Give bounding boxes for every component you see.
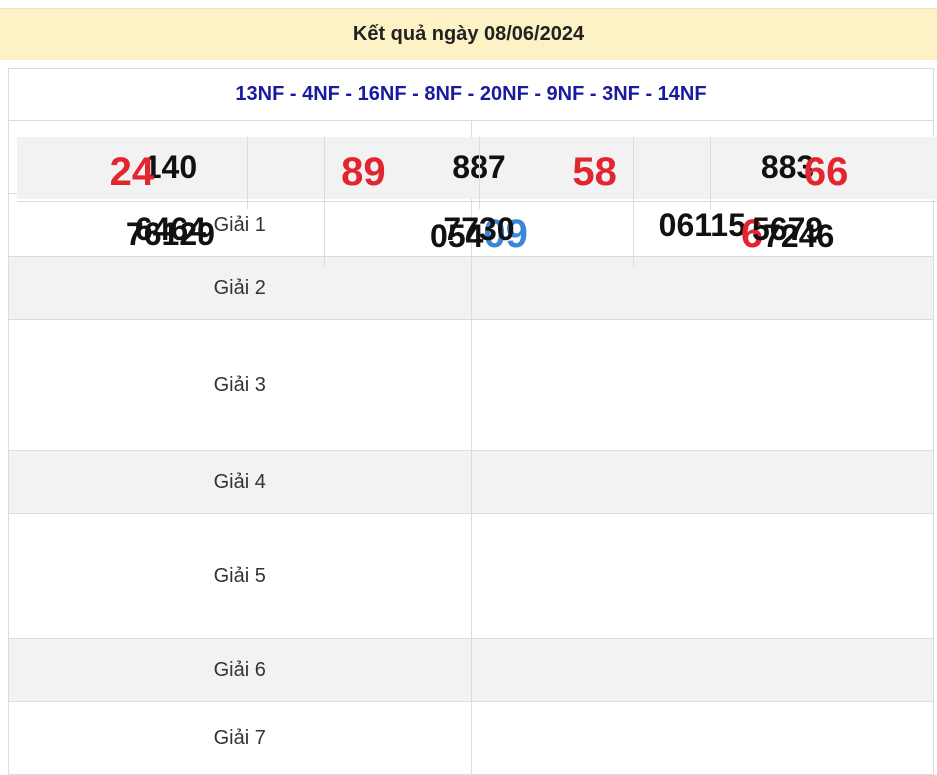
result-title: Kết quả ngày 08/06/2024 [352, 23, 585, 45]
prize-label-g3: Giải 3 [8, 319, 472, 451]
codes-row: 13NF - 4NF - 16NF - 8NF - 20NF - 9NF - 3… [8, 68, 934, 121]
prize-g7-value: 24 [109, 150, 155, 194]
prize-row-g6: Giải 6 140 887 883 [8, 136, 937, 702]
prize-label-g6: Giải 6 [8, 638, 472, 702]
prize-g5-cell: 2605 8619 1376 6464 7730 5679 [16, 136, 937, 639]
prize-g7-value: 89 [247, 136, 479, 209]
prize-row-g7: Giải 7 24 89 58 66 [8, 136, 937, 775]
lottery-results-table: 13NF - 4NF - 16NF - 8NF - 20NF - 9NF - 3… [8, 68, 937, 775]
prize-label-g4: Giải 4 [8, 450, 472, 514]
prize-g6-cell: 140 887 883 [16, 136, 937, 702]
prize-row-g5: Giải 5 2605 8619 1376 6464 7730 5679 [8, 136, 937, 639]
prize-label-g5: Giải 5 [8, 513, 472, 639]
prize-row-g4: Giải 4 8973 2636 4015 3549 [8, 136, 937, 514]
prize-label-g7: Giải 7 [8, 701, 472, 775]
result-date-header: Kết quả ngày 08/06/2024 [0, 8, 937, 60]
prize-row-g3: Giải 3 20814 12887 90480 76129 05409 672… [8, 136, 937, 451]
prize-g7-value: 58 [478, 136, 711, 209]
prize-g7-cell: 24 89 58 66 [110, 136, 937, 775]
prize-g4-cell: 8973 2636 4015 3549 [16, 136, 937, 514]
prize-g7-value: 66 [709, 136, 937, 209]
prize-g3-cell: 20814 12887 90480 76129 05409 67246 [16, 136, 937, 451]
draw-codes: 13NF - 4NF - 16NF - 8NF - 20NF - 9NF - 3… [8, 68, 934, 121]
